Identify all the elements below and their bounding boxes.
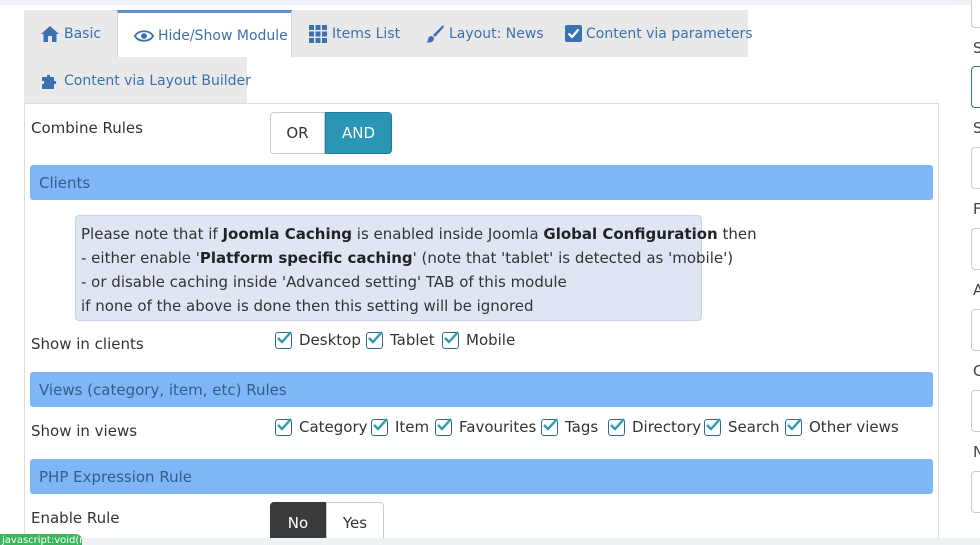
checkbox-directory[interactable]: Directory — [608, 417, 702, 436]
checkbox-category[interactable]: Category — [275, 417, 368, 436]
tab-label: Content via parameters — [586, 25, 753, 42]
tab-label: Items List — [332, 25, 401, 42]
tab-content-via-parameters[interactable]: Content via parameters — [549, 10, 753, 57]
checkbox-label: Tags — [565, 418, 599, 436]
note-line-4: if none of the above is done then this s… — [81, 297, 534, 315]
checkbox-label: Favourites — [459, 418, 537, 436]
checkbox-label: Category — [299, 418, 368, 436]
tab-layout-news[interactable]: Layout: News — [409, 10, 549, 57]
combine-rules-toggle: OR AND — [270, 112, 392, 154]
checkbox-label: Tablet — [390, 331, 435, 349]
tab-hide-show-module[interactable]: Hide/Show Module — [117, 10, 292, 58]
tab-basic[interactable]: Basic — [24, 10, 117, 57]
tab-content-via-layout-builder[interactable]: Content via Layout Builder — [24, 57, 251, 104]
combine-and-button[interactable]: AND — [325, 112, 392, 154]
php-section-header: PHP Expression Rule — [30, 459, 933, 494]
checkbox-favourites[interactable]: Favourites — [435, 417, 537, 436]
note-line-1: Please note that if Joomla Caching is en… — [81, 225, 757, 243]
right-label-0: S — [973, 39, 980, 57]
note-line-3: - or disable caching inside 'Advanced se… — [81, 273, 567, 291]
puzzle-icon — [40, 71, 60, 91]
checkbox-checked-icon — [608, 417, 625, 436]
right-label-1: S — [973, 119, 980, 137]
checkbox-checked-icon — [275, 330, 292, 349]
checkbox-checked-icon — [275, 417, 292, 436]
checkbox-tablet[interactable]: Tablet — [366, 330, 435, 349]
tab-items-list[interactable]: Items List — [292, 10, 409, 57]
checkbox-checked-icon — [541, 417, 558, 436]
right-field-1[interactable] — [971, 66, 980, 108]
right-label-2: F — [973, 200, 980, 218]
right-label-5: N — [973, 443, 980, 461]
show-in-clients-label: Show in clients — [31, 335, 144, 353]
right-field-2[interactable] — [971, 147, 980, 189]
right-label-3: A — [973, 281, 980, 299]
checkbox-checked-icon — [785, 417, 802, 436]
eye-icon — [134, 26, 154, 46]
right-field-5[interactable] — [971, 390, 980, 432]
bottom-strip — [82, 538, 980, 545]
top-strip — [0, 0, 980, 5]
checkbox-tags[interactable]: Tags — [541, 417, 599, 436]
checkbox-checked-icon — [442, 330, 459, 349]
tab-label: Hide/Show Module — [158, 27, 288, 44]
tab-label: Content via Layout Builder — [64, 72, 251, 89]
combine-rules-label: Combine Rules — [31, 119, 143, 137]
home-icon — [40, 24, 60, 44]
checkbox-checked-icon — [371, 417, 388, 436]
right-field-4[interactable] — [971, 309, 980, 351]
checkbox-label: Desktop — [299, 331, 361, 349]
checkbox-icon — [565, 24, 582, 44]
combine-or-button[interactable]: OR — [270, 112, 325, 154]
checkbox-label: Other views — [809, 418, 899, 436]
checkbox-desktop[interactable]: Desktop — [275, 330, 361, 349]
clients-section-header: Clients — [30, 165, 933, 200]
note-line-2: - either enable 'Platform specific cachi… — [81, 249, 734, 267]
enable-rule-label: Enable Rule — [31, 509, 120, 527]
right-field-6[interactable] — [971, 471, 980, 513]
grid-icon — [308, 24, 328, 44]
checkbox-checked-icon — [366, 330, 383, 349]
views-section-header: Views (category, item, etc) Rules — [30, 372, 933, 407]
right-field-3[interactable] — [971, 228, 980, 270]
checkbox-label: Directory — [632, 418, 702, 436]
checkbox-item[interactable]: Item — [371, 417, 430, 436]
right-field-0[interactable] — [971, 0, 980, 28]
caching-note: Please note that if Joomla Caching is en… — [75, 215, 757, 321]
right-label-4: C — [973, 362, 980, 380]
checkbox-checked-icon — [435, 417, 452, 436]
brush-icon — [425, 24, 445, 44]
tab-label: Basic — [64, 25, 102, 42]
checkbox-search[interactable]: Search — [704, 417, 780, 436]
tab-label: Layout: News — [449, 25, 544, 42]
checkbox-mobile[interactable]: Mobile — [442, 330, 516, 349]
checkbox-checked-icon — [704, 417, 721, 436]
status-bar-link: javascript:void(null); — [0, 534, 82, 545]
checkbox-label: Mobile — [466, 331, 516, 349]
checkbox-label: Item — [395, 418, 430, 436]
checkbox-label: Search — [728, 418, 780, 436]
show-in-views-label: Show in views — [31, 422, 138, 440]
checkbox-other-views[interactable]: Other views — [785, 417, 899, 436]
